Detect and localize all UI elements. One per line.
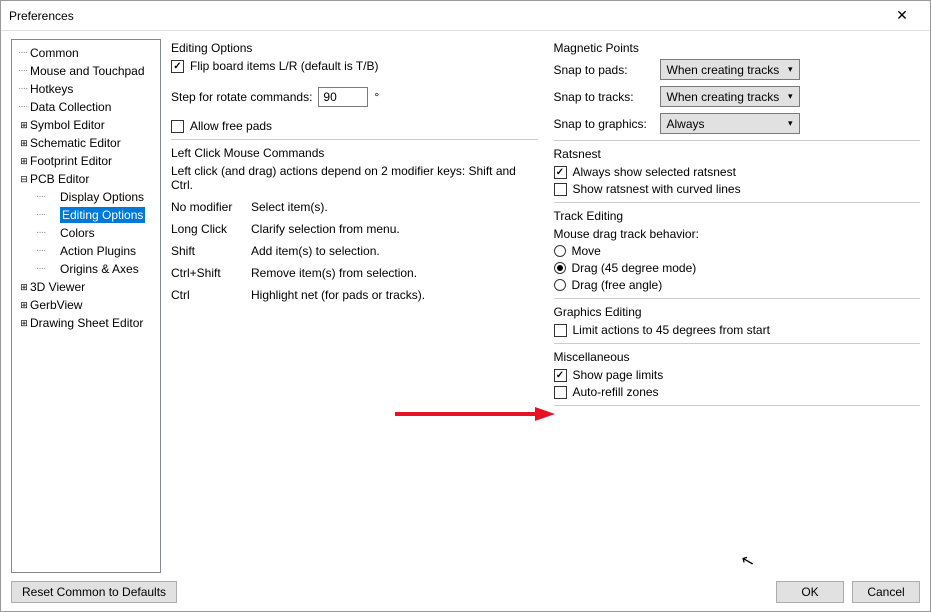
tree-pcb-editor[interactable]: ⊟PCB Editor [12, 170, 160, 188]
tree-common[interactable]: ····Common [12, 44, 160, 62]
window-title: Preferences [9, 9, 882, 23]
cancel-button[interactable]: Cancel [852, 581, 920, 603]
snap-graphics-select[interactable]: Always▾ [660, 113, 800, 134]
always-show-ratsnest-label: Always show selected ratsnest [573, 165, 736, 179]
divider [554, 298, 921, 299]
tree-colors[interactable]: ····Colors [12, 224, 160, 242]
limit-45-label: Limit actions to 45 degrees from start [573, 323, 770, 337]
divider [554, 405, 921, 406]
ratsnest-title: Ratsnest [554, 147, 921, 161]
snap-tracks-select[interactable]: When creating tracks▾ [660, 86, 800, 107]
auto-refill-zones-checkbox[interactable] [554, 386, 567, 399]
drag-45-radio[interactable] [554, 262, 566, 274]
rotate-step-unit: ° [374, 90, 379, 104]
drag-move-label: Move [572, 244, 601, 258]
show-page-limits-label: Show page limits [573, 368, 664, 382]
ok-button[interactable]: OK [776, 581, 844, 603]
divider [554, 343, 921, 344]
tree-schematic-editor[interactable]: ⊞Schematic Editor [12, 134, 160, 152]
flip-items-checkbox[interactable] [171, 60, 184, 73]
mod-key-3: Ctrl+Shift [171, 266, 251, 280]
show-page-limits-checkbox[interactable] [554, 369, 567, 382]
tree-origins-axes[interactable]: ····Origins & Axes [12, 260, 160, 278]
curved-ratsnest-checkbox[interactable] [554, 183, 567, 196]
left-column: Editing Options Flip board items L/R (de… [171, 39, 538, 573]
reset-defaults-button[interactable]: Reset Common to Defaults [11, 581, 177, 603]
main-panel: Editing Options Flip board items L/R (de… [171, 39, 920, 573]
divider [554, 202, 921, 203]
mod-key-0: No modifier [171, 200, 251, 214]
titlebar: Preferences ✕ [1, 1, 930, 31]
rotate-step-label: Step for rotate commands: [171, 90, 312, 104]
right-column: Magnetic Points Snap to pads: When creat… [554, 39, 921, 573]
leftclick-desc: Left click (and drag) actions depend on … [171, 164, 538, 192]
misc-title: Miscellaneous [554, 350, 921, 364]
drag-behavior-label: Mouse drag track behavior: [554, 227, 921, 241]
mod-val-3: Remove item(s) from selection. [251, 266, 538, 280]
tree-mouse-touchpad[interactable]: ····Mouse and Touchpad [12, 62, 160, 80]
tree-editing-options[interactable]: ····Editing Options [12, 206, 160, 224]
tree-display-options[interactable]: ····Display Options [12, 188, 160, 206]
mod-key-1: Long Click [171, 222, 251, 236]
content-area: ····Common ····Mouse and Touchpad ····Ho… [1, 31, 930, 573]
limit-45-checkbox[interactable] [554, 324, 567, 337]
flip-items-label: Flip board items L/R (default is T/B) [190, 59, 379, 73]
mod-key-4: Ctrl [171, 288, 251, 302]
tree-gerbview[interactable]: ⊞GerbView [12, 296, 160, 314]
rotate-step-input[interactable] [318, 87, 368, 107]
tree-symbol-editor[interactable]: ⊞Symbol Editor [12, 116, 160, 134]
snap-pads-label: Snap to pads: [554, 63, 654, 77]
tree-drawing-sheet[interactable]: ⊞Drawing Sheet Editor [12, 314, 160, 332]
mod-val-1: Clarify selection from menu. [251, 222, 538, 236]
snap-pads-select[interactable]: When creating tracks▾ [660, 59, 800, 80]
tree-3d-viewer[interactable]: ⊞3D Viewer [12, 278, 160, 296]
divider [171, 139, 538, 140]
mod-key-2: Shift [171, 244, 251, 258]
mod-val-0: Select item(s). [251, 200, 538, 214]
close-button[interactable]: ✕ [882, 2, 922, 30]
snap-tracks-label: Snap to tracks: [554, 90, 654, 104]
mod-val-2: Add item(s) to selection. [251, 244, 538, 258]
leftclick-title: Left Click Mouse Commands [171, 146, 538, 160]
magnetic-title: Magnetic Points [554, 41, 921, 55]
editing-options-title: Editing Options [171, 41, 538, 55]
category-tree[interactable]: ····Common ····Mouse and Touchpad ····Ho… [11, 39, 161, 573]
chevron-down-icon: ▾ [788, 91, 793, 102]
drag-move-radio[interactable] [554, 245, 566, 257]
drag-free-radio[interactable] [554, 279, 566, 291]
curved-ratsnest-label: Show ratsnest with curved lines [573, 182, 741, 196]
chevron-down-icon: ▾ [788, 64, 793, 75]
tree-data-collection[interactable]: ····Data Collection [12, 98, 160, 116]
footer: Reset Common to Defaults OK Cancel [1, 573, 930, 611]
graphics-editing-title: Graphics Editing [554, 305, 921, 319]
chevron-down-icon: ▾ [788, 118, 793, 129]
divider [554, 140, 921, 141]
allow-free-pads-checkbox[interactable] [171, 120, 184, 133]
modifier-table: No modifierSelect item(s). Long ClickCla… [171, 200, 538, 302]
snap-graphics-label: Snap to graphics: [554, 117, 654, 131]
tree-action-plugins[interactable]: ····Action Plugins [12, 242, 160, 260]
drag-free-label: Drag (free angle) [572, 278, 663, 292]
tree-footprint-editor[interactable]: ⊞Footprint Editor [12, 152, 160, 170]
track-editing-title: Track Editing [554, 209, 921, 223]
tree-hotkeys[interactable]: ····Hotkeys [12, 80, 160, 98]
allow-free-pads-label: Allow free pads [190, 119, 272, 133]
always-show-ratsnest-checkbox[interactable] [554, 166, 567, 179]
auto-refill-zones-label: Auto-refill zones [573, 385, 659, 399]
mod-val-4: Highlight net (for pads or tracks). [251, 288, 538, 302]
preferences-window: Preferences ✕ ····Common ····Mouse and T… [0, 0, 931, 612]
drag-45-label: Drag (45 degree mode) [572, 261, 697, 275]
